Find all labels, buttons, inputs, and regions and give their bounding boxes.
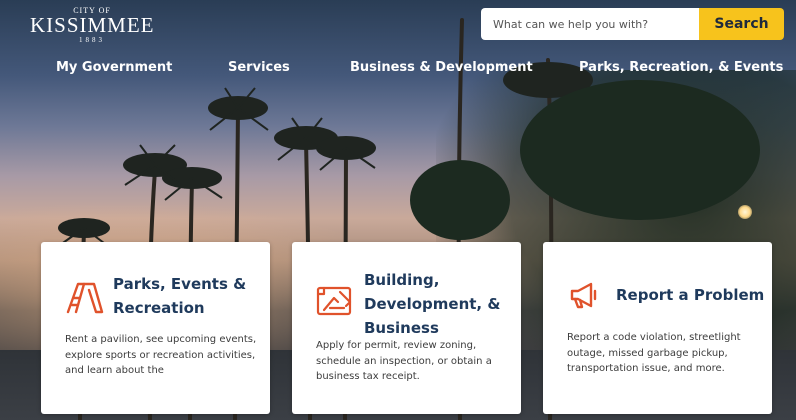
card-title: Report a Problem — [616, 283, 766, 307]
card-building-development[interactable]: Building, Development, & Business Apply … — [292, 242, 521, 414]
nav-my-government[interactable]: My Government — [56, 60, 172, 75]
nav-services[interactable]: Services — [228, 60, 290, 75]
main-nav: My Government Services Business & Develo… — [0, 60, 796, 80]
logo-name: KISSIMMEE — [30, 13, 155, 37]
card-report-problem[interactable]: Report a Problem Report a code violation… — [543, 242, 772, 414]
megaphone-icon — [570, 282, 597, 309]
city-logo[interactable]: CITY OF KISSIMMEE 1883 — [30, 6, 155, 44]
search-button[interactable]: Search — [699, 8, 784, 40]
logo-year: 1883 — [79, 36, 105, 44]
card-description: Rent a pavilion, see upcoming events, ex… — [65, 334, 257, 376]
card-title-line2: Recreation — [113, 299, 205, 317]
card-title-line3: Business — [364, 319, 439, 337]
slide-icon — [66, 282, 104, 314]
card-title-line2: Development, & — [364, 295, 501, 313]
blueprint-icon — [316, 286, 352, 316]
card-title: Building, Development, & Business — [364, 268, 514, 340]
nav-business-development[interactable]: Business & Development — [350, 60, 533, 75]
search-input[interactable] — [481, 8, 699, 40]
card-title-line1: Building, — [364, 271, 440, 289]
card-description: Apply for permit, review zoning, schedul… — [316, 340, 492, 382]
card-title-line1: Report a Problem — [616, 286, 765, 304]
card-parks-events[interactable]: Parks, Events & Recreation Rent a pavili… — [41, 242, 270, 414]
search-bar: Search — [481, 8, 784, 40]
card-title: Parks, Events & Recreation — [113, 272, 263, 320]
nav-parks-recreation-events[interactable]: Parks, Recreation, & Events — [579, 60, 783, 75]
card-description: Report a code violation, streetlight out… — [567, 332, 741, 374]
street-lamp — [738, 205, 752, 219]
card-title-line1: Parks, Events & — [113, 275, 247, 293]
